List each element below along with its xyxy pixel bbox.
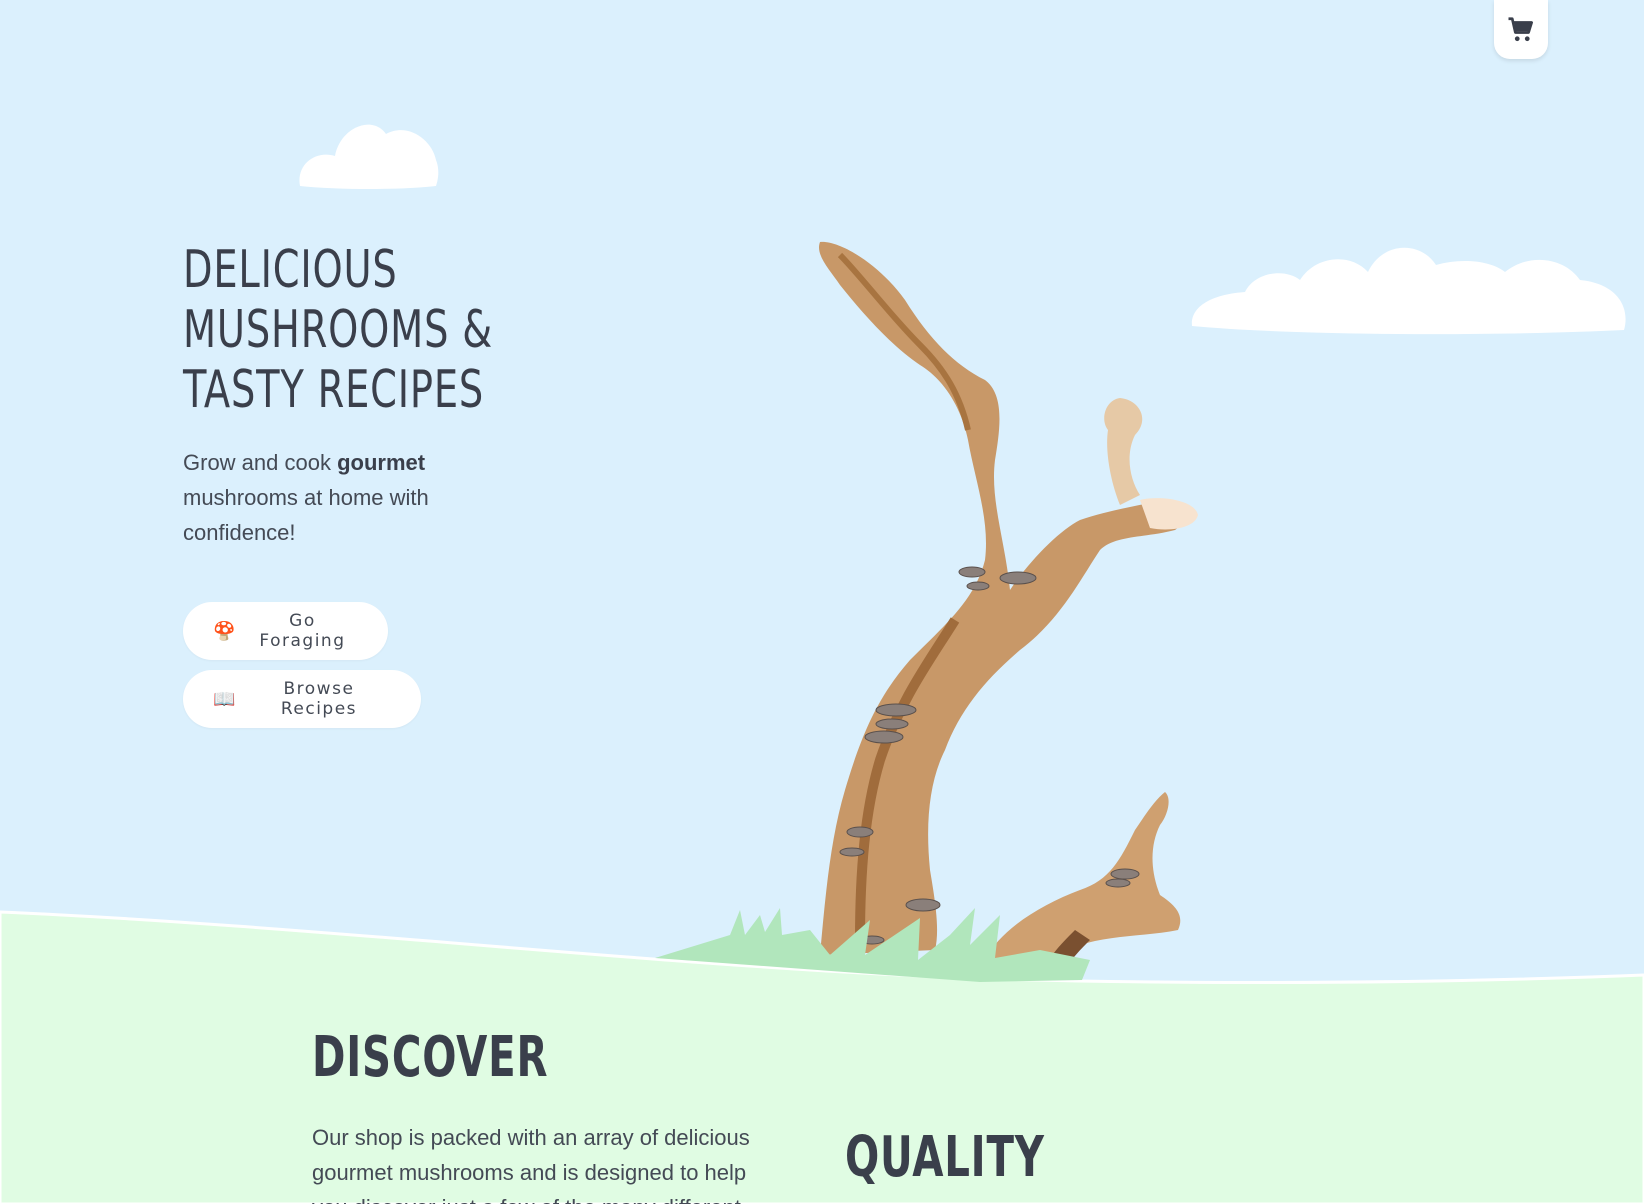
hero-title-line: Delicious — [183, 240, 398, 300]
mushroom-icon: 🍄 — [213, 620, 237, 642]
discover-body: Our shop is packed with an array of deli… — [312, 1125, 750, 1204]
hero-subtitle-text: Grow and cook — [183, 450, 338, 475]
tree-illustration — [655, 241, 1198, 982]
cloud-small — [299, 124, 439, 189]
book-icon: 📖 — [213, 688, 237, 710]
discover-title: Discover — [312, 1025, 549, 1090]
hero-subtitle-bold: gourmet — [337, 450, 426, 475]
browse-recipes-label: Browse Recipes — [280, 679, 358, 719]
quality-section: Quality — [845, 1125, 1095, 1190]
cart-button[interactable] — [1494, 0, 1548, 59]
cloud-large — [1191, 247, 1626, 335]
quality-title: Quality — [845, 1125, 1045, 1190]
discover-section: Discover Our shop is packed with an arra… — [312, 1025, 762, 1204]
go-foraging-label: Go Foraging — [259, 611, 346, 651]
hero-subtitle: Grow and cook gourmet mushrooms at home … — [183, 445, 473, 550]
go-foraging-button[interactable]: 🍄 Go Foraging — [183, 602, 388, 660]
hero-title-line: Tasty Recipes — [183, 360, 485, 420]
browse-recipes-button[interactable]: 📖 Browse Recipes — [183, 670, 421, 728]
cart-icon — [1508, 16, 1533, 41]
hero-title: Delicious Mushrooms & Tasty Recipes — [183, 240, 494, 420]
hero-section: Delicious Mushrooms & Tasty Recipes Grow… — [183, 240, 523, 545]
hero-subtitle-text: mushrooms at home with confidence! — [183, 485, 429, 545]
hero-title-line: Mushrooms & — [183, 300, 494, 360]
